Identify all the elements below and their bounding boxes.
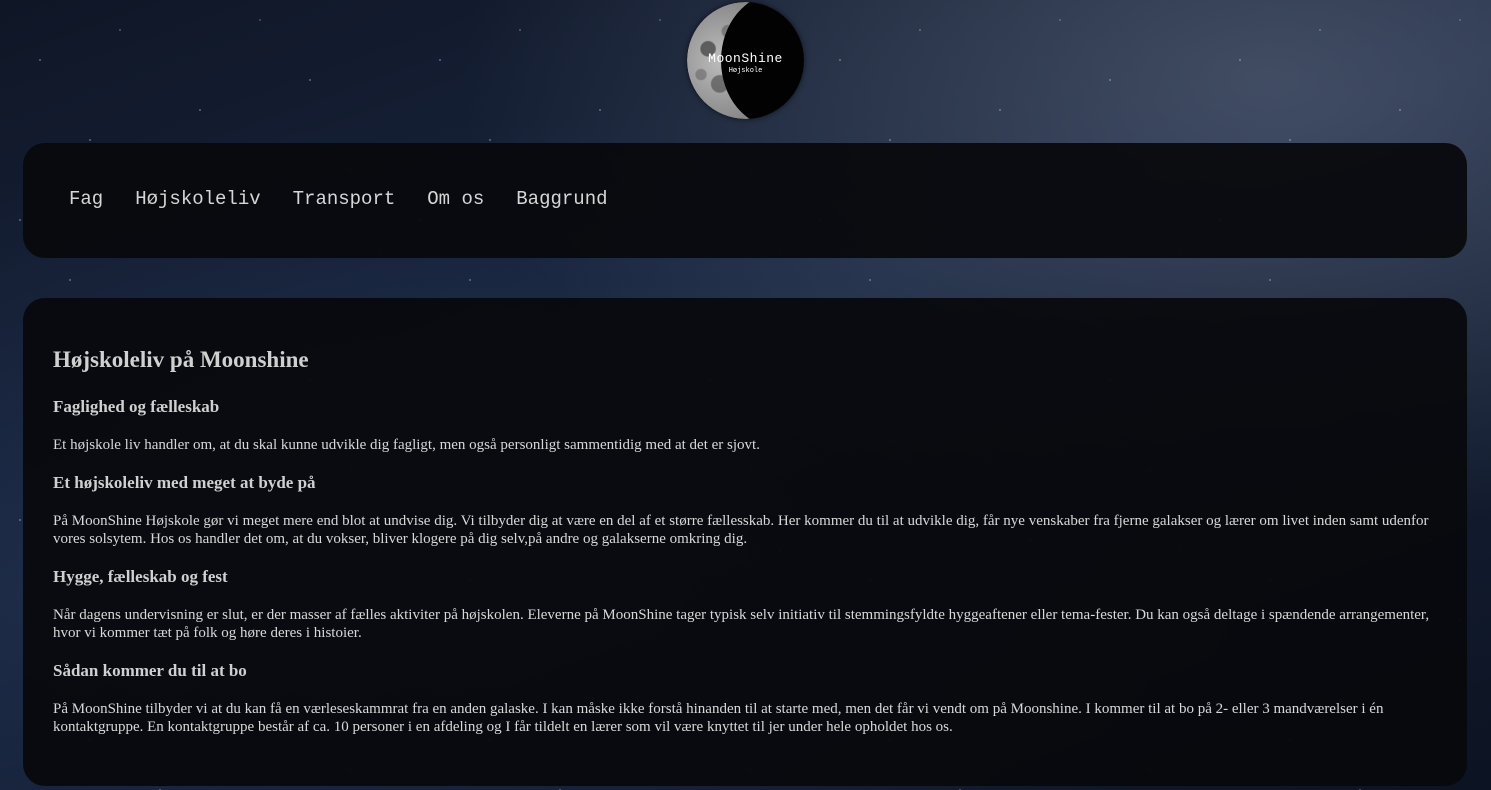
section-text: På MoonShine Højskole gør vi meget mere … — [53, 513, 1429, 547]
section-heading: Et højskoleliv med meget at byde på — [53, 473, 316, 492]
page-title: Højskoleliv på Moonshine — [53, 347, 309, 372]
main-navigation: Fag Højskoleliv Transport Om os Baggrund — [23, 143, 1467, 258]
nav-item-baggrund[interactable]: Baggrund — [516, 188, 607, 210]
section-text: Når dagens undervisning er slut, er der … — [53, 607, 1430, 641]
nav-list: Fag Højskoleliv Transport Om os Baggrund — [69, 188, 640, 210]
nav-item-om-os[interactable]: Om os — [427, 188, 484, 210]
nav-item-hojskoleliv[interactable]: Højskoleliv — [135, 188, 260, 210]
section-heading: Sådan kommer du til at bo — [53, 661, 247, 680]
section-text: Et højskole liv handler om, at du skal k… — [53, 437, 760, 453]
nav-item-fag[interactable]: Fag — [69, 188, 103, 210]
logo-title: MoonShine — [708, 51, 783, 66]
section-text: På MoonShine tilbyder vi at du kan få en… — [53, 701, 1384, 735]
logo-subtitle: Højskole — [728, 67, 763, 75]
section-heading: Faglighed og fælleskab — [53, 397, 220, 416]
main-content: Højskoleliv på Moonshine Faglighed og fæ… — [23, 298, 1467, 786]
nav-item-transport[interactable]: Transport — [293, 188, 396, 210]
logo[interactable]: MoonShine Højskole — [687, 2, 804, 119]
section-heading: Hygge, fælleskab og fest — [53, 567, 228, 586]
